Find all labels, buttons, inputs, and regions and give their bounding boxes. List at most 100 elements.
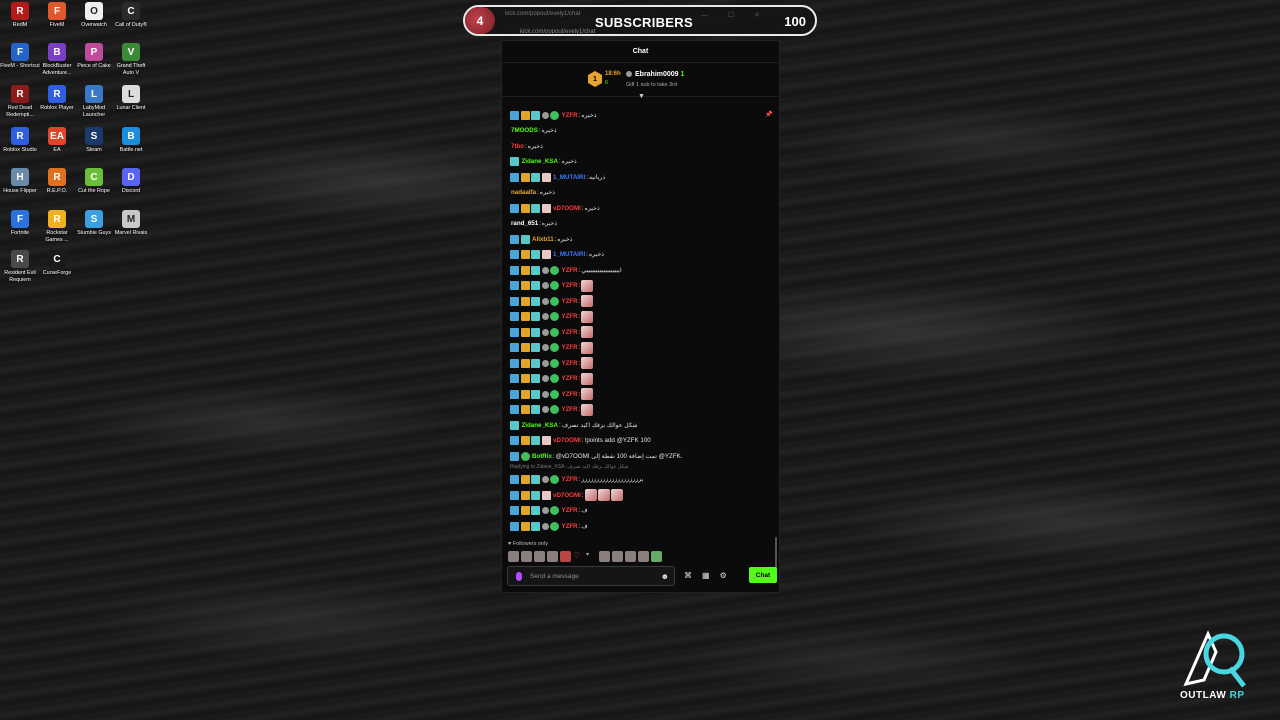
chat-username[interactable]: nadaalfa xyxy=(511,189,536,196)
desktop-icon-labymod[interactable]: L LabyMod Launcher xyxy=(74,85,114,119)
chat-username[interactable]: BotRix xyxy=(532,453,552,460)
chat-username[interactable]: YZFR xyxy=(562,267,578,274)
chat-message[interactable]: YZFR: xyxy=(510,372,594,385)
emote[interactable] xyxy=(638,551,649,562)
desktop-icon-piece-of-cake[interactable]: P Piece of Cake xyxy=(74,43,114,70)
chat-username[interactable]: vD7OOMI xyxy=(553,492,581,499)
chat-message[interactable]: YZFR: xyxy=(510,357,594,369)
chat-message[interactable]: YZFR: xyxy=(510,326,594,338)
chat-message[interactable]: 1_MUTAIRI: ذخيره xyxy=(510,249,604,261)
chat-message[interactable]: YZFR: ف xyxy=(510,520,588,532)
desktop-icon-house-flipper[interactable]: H House Flipper xyxy=(0,168,40,195)
desktop-icon-roblox-studio[interactable]: R Roblox Studio xyxy=(0,127,40,154)
desktop-icon-steam[interactable]: S Steam xyxy=(74,127,114,154)
chat-username[interactable]: YZFR xyxy=(562,523,578,530)
chat-message[interactable]: YZFR: xyxy=(510,403,594,416)
desktop-icon-call-of-duty[interactable]: C Call of Duty® xyxy=(111,2,151,29)
desktop-icon-gta[interactable]: V Grand Theft Auto V xyxy=(111,43,151,77)
desktop-icon-battlenet[interactable]: B Battle.net xyxy=(111,127,151,154)
chevron-down-icon[interactable]: ▼ xyxy=(638,93,645,100)
desktop-icon-curseforge[interactable]: C CurseForge xyxy=(37,250,77,277)
chat-username[interactable]: YZFR xyxy=(562,375,578,382)
emote[interactable] xyxy=(651,551,662,562)
chat-message[interactable]: nadaalfa: ذخيره xyxy=(510,187,555,199)
chat-message[interactable]: YZFR: اييييييييييييييييييي xyxy=(510,264,622,276)
desktop-icon-lunar-client[interactable]: L Lunar Client xyxy=(111,85,151,112)
emote[interactable] xyxy=(612,551,623,562)
mic-icon[interactable] xyxy=(516,571,522,581)
heart-icon[interactable]: ♡ xyxy=(573,551,584,562)
chat-username[interactable]: YZFR xyxy=(562,360,578,367)
chevron-down-icon[interactable]: ▾ xyxy=(586,551,597,562)
desktop-icon-fortnite[interactable]: F Fortnite xyxy=(0,210,40,237)
chat-username[interactable]: YZFR xyxy=(562,329,578,336)
desktop-icon-roblox-player[interactable]: R Roblox Player xyxy=(37,85,77,112)
desktop-icon-ea[interactable]: EA EA xyxy=(37,127,77,154)
chat-message[interactable]: 7tbo: ذخيره xyxy=(510,140,543,152)
chat-message[interactable]: YZFR: ف xyxy=(510,505,588,517)
desktop-icon-stumble-guys[interactable]: S Stumble Guys xyxy=(74,210,114,237)
desktop-icon-repo[interactable]: R R.E.P.O. xyxy=(37,168,77,195)
desktop-icon-discord[interactable]: D Discord xyxy=(111,168,151,195)
chat-message[interactable]: vD7OOMI: !points add @YZFK 100 xyxy=(510,435,651,447)
chat-username[interactable]: YZFR xyxy=(562,313,578,320)
desktop-icon-rockstar[interactable]: R Rockstar Games ... xyxy=(37,210,77,244)
chat-username[interactable]: YZFR xyxy=(562,476,578,483)
chat-message[interactable]: Zidane_KSA: شكل عوالك بزقك اكيد تصرف xyxy=(510,419,638,431)
share-icon[interactable]: ⌘ xyxy=(684,571,692,580)
chat-username[interactable]: YZFR xyxy=(562,112,578,119)
chat-message[interactable]: rand_651: ذخيره xyxy=(510,218,557,230)
chat-username[interactable]: Zidane_KSA xyxy=(522,158,558,165)
emote[interactable] xyxy=(599,551,610,562)
chat-username[interactable]: YZFR xyxy=(562,298,578,305)
chat-username[interactable]: Zidane_KSA xyxy=(522,422,558,429)
chat-message[interactable]: YZFR: xyxy=(510,279,594,292)
chat-username[interactable]: 1_MUTAIRI xyxy=(553,174,585,181)
chat-username[interactable]: vD7OOMI xyxy=(553,437,581,444)
emote[interactable] xyxy=(547,551,558,562)
chat-username[interactable]: YZFR xyxy=(562,507,578,514)
chat-username[interactable]: 1_MUTAIRI xyxy=(553,251,585,258)
desktop-icon-resident-evil[interactable]: R Resident Evil Requiem xyxy=(0,250,40,284)
desktop-icon-fivem-shortcut[interactable]: F FiveM - Shortcut xyxy=(0,43,40,70)
chat-message[interactable]: YZFR: يزززززززززززززززززززز xyxy=(510,474,643,486)
chat-message[interactable]: 7MOODS: ذخيره xyxy=(510,125,557,137)
chat-username[interactable]: YZFR xyxy=(562,406,578,413)
chat-message[interactable]: YZFR: xyxy=(510,388,594,400)
desktop-icon-cut-the-rope[interactable]: C Cut the Rope xyxy=(74,168,114,195)
chat-message[interactable]: YZFR: ذخيره xyxy=(510,109,597,121)
address-bar[interactable]: kick.com/popout/evely1/chat xyxy=(520,29,595,35)
message-input[interactable]: Send a message ☻ xyxy=(507,566,675,586)
chat-username[interactable]: YZFR xyxy=(562,344,578,351)
emote[interactable] xyxy=(534,551,545,562)
chat-message[interactable]: BotRix: @vD7OOMI تمت إضافة 100 نقطة إلى @… xyxy=(510,450,682,462)
chat-username[interactable]: rand_651 xyxy=(511,220,538,227)
desktop-icon-fivem[interactable]: F FiveM xyxy=(37,2,77,29)
chat-message[interactable]: 1_MUTAIRI: ذريانيه xyxy=(510,171,605,183)
emoji-icon[interactable]: ☻ xyxy=(661,572,669,581)
chat-message[interactable]: vD7OOMI: ذخيره xyxy=(510,202,600,214)
desktop-icon-overwatch[interactable]: O Overwatch xyxy=(74,2,114,29)
chat-username[interactable]: YZFR xyxy=(562,391,578,398)
chat-username[interactable]: YZFR xyxy=(562,282,578,289)
chat-username[interactable]: 7tbo xyxy=(511,143,524,150)
send-chat-button[interactable]: Chat xyxy=(749,567,777,583)
desktop-icon-red-dead[interactable]: R Red Dead Redempti... xyxy=(0,85,40,119)
chat-message[interactable]: YZFR: xyxy=(510,295,594,307)
chat-message[interactable]: YZFR: xyxy=(510,310,594,323)
emote[interactable] xyxy=(508,551,519,562)
emote[interactable] xyxy=(521,551,532,562)
window-controls[interactable]: — ☐ ✕ xyxy=(701,11,769,19)
emote-quick-bar[interactable]: ♡ ▾ xyxy=(508,551,662,562)
desktop-icon-redm[interactable]: R RedM xyxy=(0,2,40,29)
chat-message[interactable]: vD7OOMI: xyxy=(510,489,623,501)
emote[interactable] xyxy=(625,551,636,562)
chat-username[interactable]: 7MOODS xyxy=(511,127,538,134)
chat-username[interactable]: Alixb11 xyxy=(532,236,554,243)
chat-message[interactable]: Alixb11: ذخيره xyxy=(510,233,573,245)
desktop-icon-marvel-rivals[interactable]: M Marvel Rivals xyxy=(111,210,151,237)
chat-message[interactable]: YZFR: xyxy=(510,341,594,354)
store-icon[interactable]: ▦ xyxy=(702,571,710,580)
gear-icon[interactable]: ⚙ xyxy=(720,571,727,580)
chat-username[interactable]: vD7OOMI xyxy=(553,205,581,212)
